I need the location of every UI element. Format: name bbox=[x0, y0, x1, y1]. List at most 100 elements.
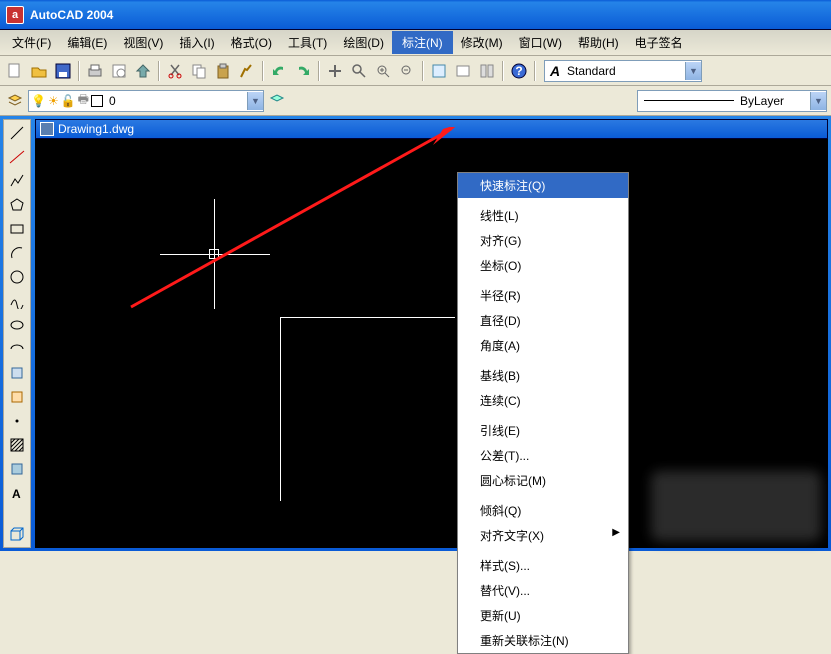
paste-button[interactable] bbox=[212, 60, 234, 82]
undo-button[interactable] bbox=[268, 60, 290, 82]
lightbulb-icon: 💡 bbox=[31, 94, 46, 108]
menu-angular[interactable]: 角度(A) bbox=[458, 333, 628, 358]
polygon-tool[interactable] bbox=[6, 194, 28, 216]
spline-tool[interactable] bbox=[6, 290, 28, 312]
menu-radius[interactable]: 半径(R) bbox=[458, 283, 628, 308]
zoom-rt-button[interactable] bbox=[348, 60, 370, 82]
box-tool[interactable] bbox=[6, 523, 28, 545]
plot-icon: 🖶 bbox=[78, 90, 89, 111]
zoom-window-button[interactable] bbox=[372, 60, 394, 82]
text-style-input[interactable] bbox=[565, 62, 685, 80]
document-area: Drawing1.dwg bbox=[35, 119, 828, 548]
save-button[interactable] bbox=[52, 60, 74, 82]
open-button[interactable] bbox=[28, 60, 50, 82]
menu-separator bbox=[460, 280, 626, 281]
cut-button[interactable] bbox=[164, 60, 186, 82]
document-title: Drawing1.dwg bbox=[58, 122, 134, 136]
text-tool[interactable]: A bbox=[6, 482, 28, 504]
menu-window[interactable]: 窗口(W) bbox=[511, 31, 570, 54]
toolbar-separator bbox=[534, 61, 536, 81]
dropdown-arrow-icon[interactable]: ▼ bbox=[247, 92, 263, 110]
region-tool[interactable] bbox=[6, 458, 28, 480]
polyline-tool[interactable] bbox=[6, 170, 28, 192]
annotation-arrow-icon bbox=[111, 127, 461, 327]
dc-button[interactable] bbox=[452, 60, 474, 82]
arc-tool[interactable] bbox=[6, 242, 28, 264]
document-titlebar[interactable]: Drawing1.dwg bbox=[35, 119, 828, 139]
publish-button[interactable] bbox=[132, 60, 154, 82]
match-button[interactable] bbox=[236, 60, 258, 82]
menu-dimension[interactable]: 标注(N) bbox=[392, 31, 453, 54]
pickbox bbox=[209, 249, 219, 259]
menu-aligned[interactable]: 对齐(G) bbox=[458, 228, 628, 253]
menu-tools[interactable]: 工具(T) bbox=[280, 31, 335, 54]
preview-button[interactable] bbox=[108, 60, 130, 82]
circle-tool[interactable] bbox=[6, 266, 28, 288]
menu-format[interactable]: 格式(O) bbox=[223, 31, 280, 54]
menu-separator bbox=[460, 495, 626, 496]
tool-palettes-button[interactable] bbox=[476, 60, 498, 82]
toolbar-separator bbox=[158, 61, 160, 81]
toolbar-separator bbox=[502, 61, 504, 81]
menu-file[interactable]: 文件(F) bbox=[4, 31, 59, 54]
dropdown-arrow-icon[interactable]: ▼ bbox=[810, 92, 826, 110]
menu-modify[interactable]: 修改(M) bbox=[453, 31, 511, 54]
menu-override[interactable]: 替代(V)... bbox=[458, 578, 628, 603]
point-tool[interactable] bbox=[6, 410, 28, 432]
menu-baseline[interactable]: 基线(B) bbox=[458, 363, 628, 388]
menu-reassociate[interactable]: 重新关联标注(N) bbox=[458, 628, 628, 653]
menu-view[interactable]: 视图(V) bbox=[115, 31, 171, 54]
layer-combo[interactable]: 💡 ☀ 🔓 🖶 0 ▼ bbox=[28, 90, 264, 112]
menu-center-mark[interactable]: 圆心标记(M) bbox=[458, 468, 628, 493]
app-icon: a bbox=[6, 6, 24, 24]
rectangle-tool[interactable] bbox=[6, 218, 28, 240]
layer-manager-button[interactable] bbox=[4, 90, 26, 112]
ellipse-tool[interactable] bbox=[6, 314, 28, 336]
ellipse-arc-tool[interactable] bbox=[6, 338, 28, 360]
color-swatch-icon bbox=[91, 95, 103, 107]
construction-line-tool[interactable] bbox=[6, 146, 28, 168]
new-button[interactable] bbox=[4, 60, 26, 82]
layer-prev-button[interactable] bbox=[266, 90, 288, 112]
props-button[interactable] bbox=[428, 60, 450, 82]
dropdown-arrow-icon[interactable]: ▼ bbox=[685, 62, 701, 80]
pan-button[interactable] bbox=[324, 60, 346, 82]
menu-help[interactable]: 帮助(H) bbox=[570, 31, 627, 54]
menu-leader[interactable]: 引线(E) bbox=[458, 418, 628, 443]
app-title: AutoCAD 2004 bbox=[30, 8, 113, 22]
menu-update[interactable]: 更新(U) bbox=[458, 603, 628, 628]
menu-insert[interactable]: 插入(I) bbox=[171, 31, 222, 54]
menu-align-text[interactable]: 对齐文字(X)▶ bbox=[458, 523, 628, 548]
toolbar-separator bbox=[78, 61, 80, 81]
drawing-canvas[interactable] bbox=[35, 139, 828, 548]
redo-button[interactable] bbox=[292, 60, 314, 82]
menu-edit[interactable]: 编辑(E) bbox=[59, 31, 115, 54]
copy-button[interactable] bbox=[188, 60, 210, 82]
menu-bar: 文件(F) 编辑(E) 视图(V) 插入(I) 格式(O) 工具(T) 绘图(D… bbox=[0, 30, 831, 56]
help-button[interactable]: ? bbox=[508, 60, 530, 82]
menu-ordinate[interactable]: 坐标(O) bbox=[458, 253, 628, 278]
text-style-combo[interactable]: A ▼ bbox=[544, 60, 702, 82]
draw-toolbox: A bbox=[3, 119, 31, 548]
sun-icon: ☀ bbox=[48, 94, 59, 108]
make-block-tool[interactable] bbox=[6, 386, 28, 408]
menu-style[interactable]: 样式(S)... bbox=[458, 553, 628, 578]
hatch-tool[interactable] bbox=[6, 434, 28, 456]
linetype-combo[interactable]: ByLayer ▼ bbox=[637, 90, 827, 112]
insert-block-tool[interactable] bbox=[6, 362, 28, 384]
menu-esign[interactable]: 电子签名 bbox=[627, 31, 691, 54]
menu-oblique[interactable]: 倾斜(Q) bbox=[458, 498, 628, 523]
menu-diameter[interactable]: 直径(D) bbox=[458, 308, 628, 333]
menu-linear[interactable]: 线性(L) bbox=[458, 203, 628, 228]
menu-quick-dimension[interactable]: 快速标注(Q) bbox=[458, 173, 628, 198]
menu-continue[interactable]: 连续(C) bbox=[458, 388, 628, 413]
workspace: A Drawing1.dwg 快速标注(Q) 线性(L) 对齐(G) 坐标(O) bbox=[0, 116, 831, 551]
print-button[interactable] bbox=[84, 60, 106, 82]
menu-separator bbox=[460, 415, 626, 416]
lock-icon: 🔓 bbox=[61, 94, 76, 108]
menu-draw[interactable]: 绘图(D) bbox=[335, 31, 392, 54]
menu-tolerance[interactable]: 公差(T)... bbox=[458, 443, 628, 468]
linetype-preview-icon bbox=[644, 100, 734, 101]
line-tool[interactable] bbox=[6, 122, 28, 144]
zoom-prev-button[interactable] bbox=[396, 60, 418, 82]
